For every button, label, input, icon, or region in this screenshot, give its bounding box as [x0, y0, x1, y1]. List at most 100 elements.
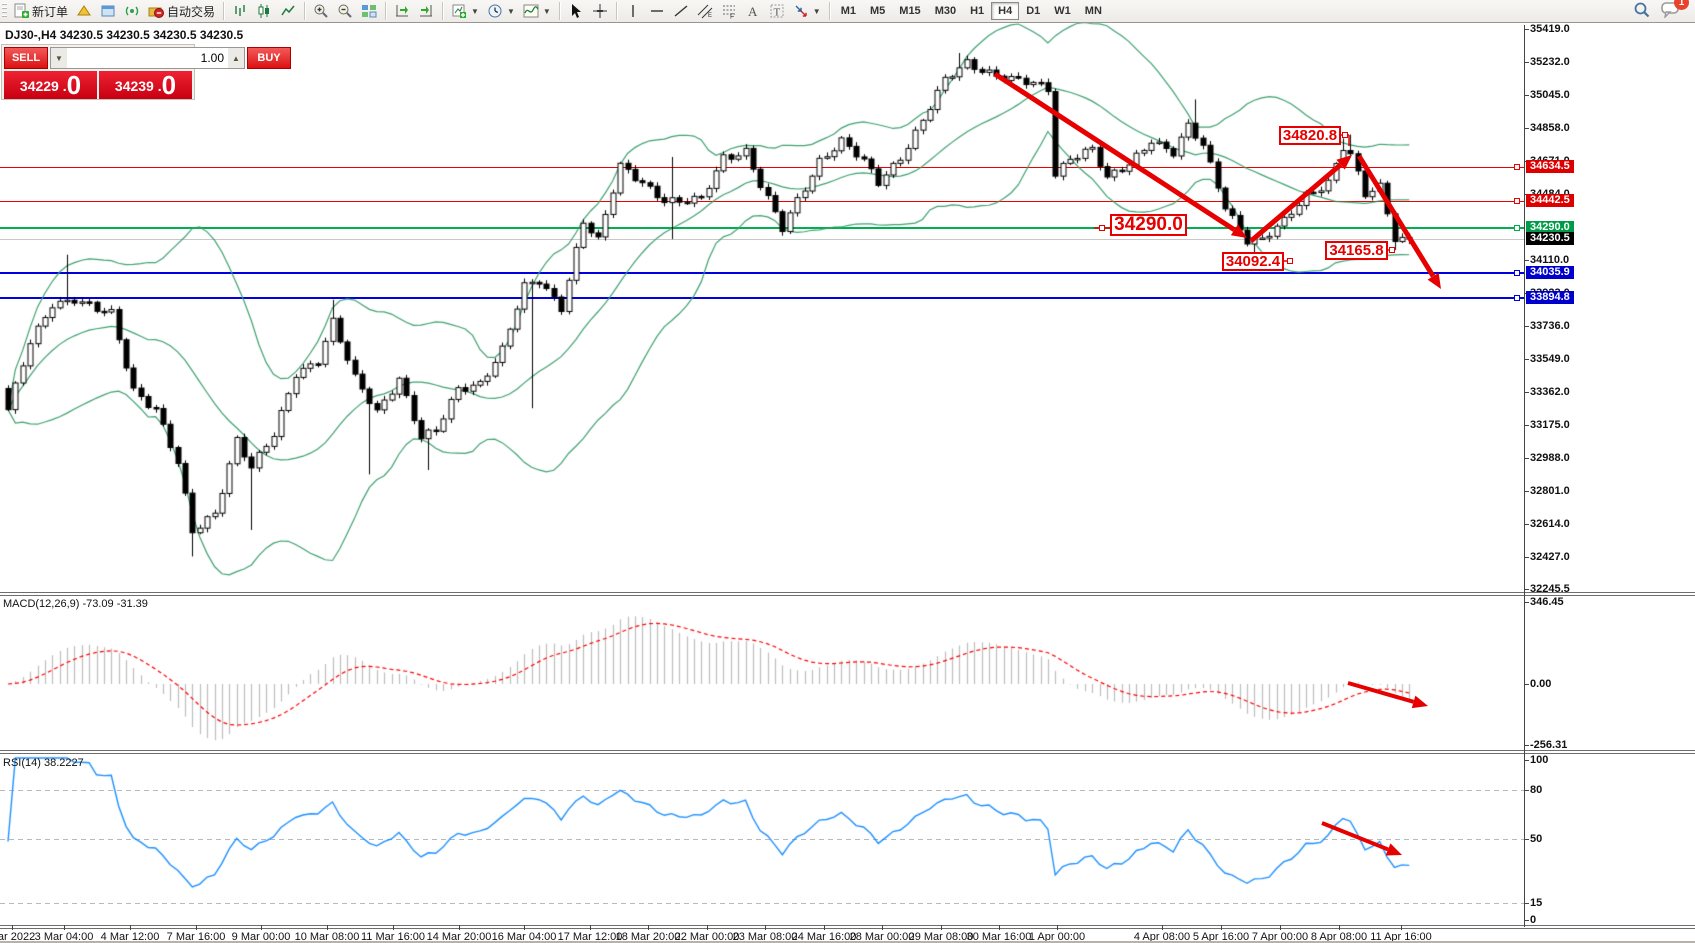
buy-price[interactable]: 34239 .0: [99, 71, 192, 99]
annotation-anchor-marker[interactable]: [1342, 132, 1348, 138]
chart-shift-icon: [418, 3, 434, 19]
time-axis-label: 3 Mar 04:00: [35, 931, 94, 943]
volume-decrease-button[interactable]: ▼: [51, 48, 67, 68]
chat-button[interactable]: 1: [1661, 1, 1681, 21]
tab-timeframe-m5[interactable]: M5: [863, 2, 892, 20]
periods-button[interactable]: ▼: [483, 0, 519, 22]
arrows-tool[interactable]: ▼: [789, 0, 825, 22]
chart-shift-button[interactable]: [414, 0, 438, 22]
fibonacci-tool[interactable]: F: [717, 0, 741, 22]
new-order-button[interactable]: 新订单: [9, 0, 72, 23]
time-axis-label: 11 Mar 16:00: [361, 931, 425, 943]
line-end-marker[interactable]: [1514, 295, 1520, 301]
line-end-marker[interactable]: [1514, 225, 1520, 231]
tab-timeframe-m15[interactable]: M15: [892, 2, 927, 20]
tab-timeframe-m1[interactable]: M1: [834, 2, 863, 20]
signals-button[interactable]: [120, 0, 144, 22]
indicator-axis-label: 100: [1530, 754, 1548, 766]
line-end-marker[interactable]: [1514, 164, 1520, 170]
annotation-box-34092[interactable]: 34092.4: [1222, 252, 1284, 271]
tab-timeframe-d1[interactable]: D1: [1019, 2, 1047, 20]
axis-tick: [999, 925, 1000, 930]
sell-price[interactable]: 34229 .0: [4, 71, 97, 99]
chat-badge: 1: [1674, 0, 1689, 10]
time-axis-label: 7 Mar 16:00: [167, 931, 226, 943]
search-icon[interactable]: [1633, 1, 1651, 22]
sell-button-label: SELL: [12, 52, 40, 64]
tab-timeframe-w1[interactable]: W1: [1047, 2, 1078, 20]
market-watch-icon: [76, 3, 92, 19]
sell-price-big: 0: [67, 72, 81, 98]
axis-tick: [393, 925, 394, 930]
dropdown-caret-icon: ▼: [543, 7, 551, 16]
buy-button[interactable]: BUY: [247, 47, 291, 69]
toolbar-separator: [304, 2, 305, 20]
vertical-line-tool[interactable]: [621, 0, 645, 22]
axis-tick: [1524, 326, 1529, 327]
market-watch-button[interactable]: [72, 0, 96, 22]
axis-tick: [130, 925, 131, 930]
pane-separator-macd[interactable]: [0, 592, 1695, 596]
annotation-box-34820[interactable]: 34820.8: [1279, 126, 1341, 145]
indicators-button[interactable]: ▼: [519, 0, 555, 22]
axis-tick: [1280, 925, 1281, 930]
tile-windows-button[interactable]: [357, 0, 381, 22]
svg-text:A: A: [748, 4, 758, 19]
auto-scroll-button[interactable]: [390, 0, 414, 22]
text-tool[interactable]: A: [741, 0, 765, 22]
line-end-marker[interactable]: [1514, 198, 1520, 204]
price-axis-label: 32614.0: [1530, 518, 1570, 530]
crosshair-icon: [592, 3, 608, 19]
new-chart-button[interactable]: ▼: [447, 0, 483, 22]
line-chart-type-button[interactable]: [276, 0, 300, 22]
tab-timeframe-m30[interactable]: M30: [928, 2, 963, 20]
annotation-box-34165[interactable]: 34165.8: [1325, 241, 1388, 260]
tab-timeframe-h1[interactable]: H1: [963, 2, 991, 20]
periods-clock-icon: [487, 3, 503, 19]
axis-tick: [261, 925, 262, 930]
zoom-in-button[interactable]: [309, 0, 333, 22]
axis-tick: [824, 925, 825, 930]
auto-scroll-icon: [394, 3, 410, 19]
price-axis-label: 34858.0: [1530, 122, 1570, 134]
tab-timeframe-h4[interactable]: H4: [991, 2, 1019, 20]
horizontal-line-tool[interactable]: [645, 0, 669, 22]
axis-tick: [707, 925, 708, 930]
line-end-marker[interactable]: [1514, 270, 1520, 276]
annotation-anchor-marker[interactable]: [1389, 247, 1395, 253]
axis-tick: [1524, 425, 1529, 426]
pane-separator-rsi[interactable]: [0, 750, 1695, 754]
annotation-anchor-marker[interactable]: [1099, 225, 1105, 231]
new-chart-icon: [451, 3, 467, 19]
zoom-out-button[interactable]: [333, 0, 357, 22]
axis-tick: [1221, 925, 1222, 930]
buy-price-big: 0: [162, 72, 176, 98]
price-axis-label: 35045.0: [1530, 89, 1570, 101]
price-axis-label: 32427.0: [1530, 551, 1570, 563]
axis-tick: [1524, 359, 1529, 360]
trendline-icon: [673, 3, 689, 19]
crosshair-tool-button[interactable]: [588, 0, 612, 22]
cursor-tool-button[interactable]: [564, 0, 588, 22]
volume-increase-button[interactable]: ▲: [228, 48, 244, 68]
indicator-axis-label: 346.45: [1530, 596, 1564, 608]
auto-trading-icon: [148, 3, 164, 19]
sell-button[interactable]: SELL: [4, 47, 48, 69]
signals-icon: [124, 3, 140, 19]
axis-tick: [1524, 920, 1529, 921]
toolbar-grip[interactable]: [2, 3, 7, 19]
bar-chart-type-button[interactable]: [228, 0, 252, 22]
text-label-tool[interactable]: T: [765, 0, 789, 22]
volume-input[interactable]: [67, 48, 228, 68]
axis-tick: [1524, 903, 1529, 904]
trendline-tool[interactable]: [669, 0, 693, 22]
toolbar-separator: [829, 2, 830, 20]
tab-timeframe-mn[interactable]: MN: [1078, 2, 1109, 20]
equidistant-channel-tool[interactable]: E: [693, 0, 717, 22]
annotation-anchor-marker[interactable]: [1287, 258, 1293, 264]
auto-trading-button[interactable]: 自动交易: [144, 0, 219, 23]
annotation-box-34290[interactable]: 34290.0: [1110, 214, 1187, 236]
chart-canvas[interactable]: [0, 0, 1695, 943]
candlestick-type-button[interactable]: [252, 0, 276, 22]
data-window-button[interactable]: [96, 0, 120, 22]
